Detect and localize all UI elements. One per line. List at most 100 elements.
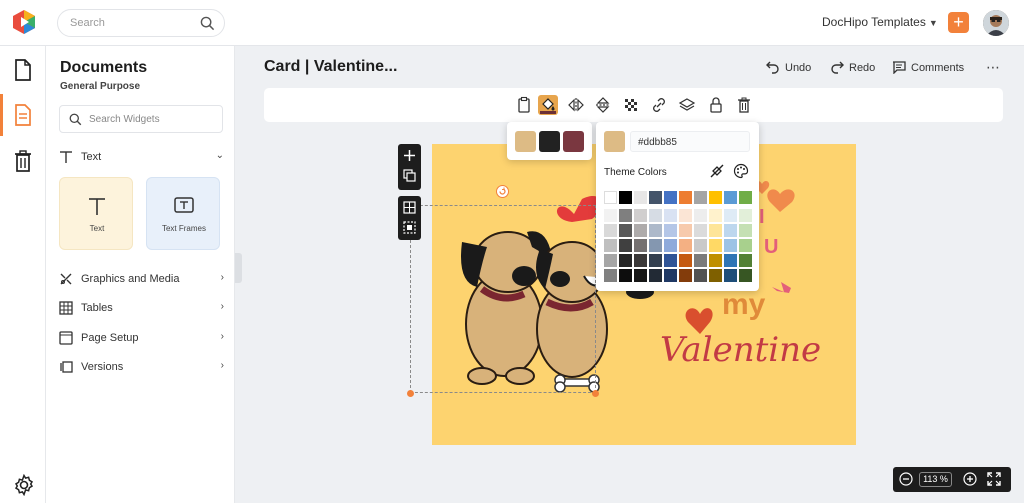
theme-shade-swatch[interactable] (619, 254, 632, 267)
theme-shade-swatch[interactable] (619, 224, 632, 237)
recent-swatch-2[interactable] (539, 131, 560, 152)
theme-swatch[interactable] (709, 191, 722, 204)
add-icon[interactable] (403, 149, 416, 162)
duplicate-icon[interactable] (403, 169, 416, 182)
theme-swatch[interactable] (634, 191, 647, 204)
theme-shade-swatch[interactable] (619, 209, 632, 222)
theme-swatch[interactable] (694, 191, 707, 204)
rail-settings[interactable] (0, 464, 46, 503)
selection-box[interactable] (410, 205, 596, 393)
theme-shade-swatch[interactable] (604, 254, 617, 267)
theme-shade-swatch[interactable] (649, 254, 662, 267)
theme-shade-swatch[interactable] (694, 239, 707, 252)
fill-color-button[interactable] (538, 95, 558, 115)
theme-shade-swatch[interactable] (649, 269, 662, 282)
theme-swatch[interactable] (649, 191, 662, 204)
recent-swatch-3[interactable] (563, 131, 584, 152)
resize-handle-bl[interactable] (407, 390, 414, 397)
link-icon[interactable] (649, 95, 669, 115)
more-options-icon[interactable]: ⋯ (986, 59, 1001, 76)
theme-swatch[interactable] (619, 191, 632, 204)
theme-shade-swatch[interactable] (664, 209, 677, 222)
document-title[interactable]: Card | Valentine... (264, 58, 397, 76)
theme-shade-swatch[interactable] (709, 254, 722, 267)
widget-search-input[interactable]: Search Widgets (59, 105, 223, 133)
select-area-icon[interactable] (403, 221, 416, 234)
theme-shade-swatch[interactable] (604, 269, 617, 282)
search-input[interactable]: Search (70, 17, 105, 29)
theme-shade-swatch[interactable] (634, 224, 647, 237)
theme-shade-swatch[interactable] (664, 269, 677, 282)
rail-pages[interactable] (0, 94, 46, 136)
theme-shade-swatch[interactable] (679, 269, 692, 282)
theme-shade-swatch[interactable] (694, 209, 707, 222)
theme-swatch[interactable] (604, 191, 617, 204)
search-icon[interactable] (200, 16, 215, 31)
theme-shade-swatch[interactable] (724, 209, 737, 222)
templates-dropdown[interactable]: DocHipo Templates ▼ (822, 15, 938, 29)
zoom-in-icon[interactable] (963, 472, 977, 486)
theme-shade-swatch[interactable] (619, 269, 632, 282)
theme-shade-swatch[interactable] (694, 269, 707, 282)
theme-swatch[interactable] (724, 191, 737, 204)
theme-shade-swatch[interactable] (709, 224, 722, 237)
tile-text[interactable]: Text (59, 177, 133, 250)
theme-shade-swatch[interactable] (664, 254, 677, 267)
theme-shade-swatch[interactable] (709, 239, 722, 252)
comments-button[interactable]: Comments (892, 60, 964, 75)
panel-collapse-handle[interactable] (235, 253, 242, 283)
avatar[interactable] (983, 10, 1009, 36)
flip-vertical-icon[interactable] (593, 95, 613, 115)
grid-icon[interactable] (403, 201, 416, 214)
fullscreen-icon[interactable] (987, 472, 1001, 486)
theme-shade-swatch[interactable] (664, 224, 677, 237)
theme-shade-swatch[interactable] (604, 239, 617, 252)
tile-text-frames[interactable]: Text Frames (146, 177, 220, 250)
theme-shade-swatch[interactable] (634, 269, 647, 282)
theme-shade-swatch[interactable] (739, 209, 752, 222)
theme-shade-swatch[interactable] (724, 269, 737, 282)
rail-trash[interactable] (0, 140, 46, 182)
section-text[interactable]: Text ⌄ (59, 147, 224, 169)
hex-input[interactable]: #ddbb85 (630, 131, 750, 152)
delete-icon[interactable] (734, 95, 754, 115)
transparency-icon[interactable] (621, 95, 641, 115)
theme-shade-swatch[interactable] (724, 239, 737, 252)
lock-icon[interactable] (706, 95, 726, 115)
theme-shade-swatch[interactable] (739, 269, 752, 282)
theme-swatch[interactable] (739, 191, 752, 204)
redo-button[interactable]: Redo (830, 60, 875, 74)
theme-shade-swatch[interactable] (739, 224, 752, 237)
theme-shade-swatch[interactable] (604, 224, 617, 237)
add-button[interactable]: + (948, 12, 969, 33)
theme-shade-swatch[interactable] (724, 254, 737, 267)
section-page-setup[interactable]: Page Setup › (59, 328, 224, 350)
theme-shade-swatch[interactable] (604, 209, 617, 222)
current-color-swatch[interactable] (604, 131, 625, 152)
clipboard-icon[interactable] (514, 95, 534, 115)
dochipo-logo-icon[interactable] (11, 9, 37, 35)
search-box[interactable]: Search (57, 9, 225, 37)
theme-shade-swatch[interactable] (679, 224, 692, 237)
rail-documents[interactable] (0, 49, 46, 91)
theme-shade-swatch[interactable] (724, 224, 737, 237)
theme-shade-swatch[interactable] (694, 224, 707, 237)
section-tables[interactable]: Tables › (59, 298, 224, 320)
rotate-icon[interactable] (496, 185, 509, 198)
no-fill-icon[interactable] (709, 163, 725, 179)
theme-swatch[interactable] (679, 191, 692, 204)
section-graphics-media[interactable]: Graphics and Media › (59, 269, 224, 291)
theme-shade-swatch[interactable] (679, 209, 692, 222)
section-versions[interactable]: Versions › (59, 357, 224, 379)
theme-shade-swatch[interactable] (649, 239, 662, 252)
flip-horizontal-icon[interactable] (566, 95, 586, 115)
palette-icon[interactable] (733, 163, 749, 179)
theme-shade-swatch[interactable] (634, 239, 647, 252)
theme-shade-swatch[interactable] (634, 254, 647, 267)
recent-swatch-1[interactable] (515, 131, 536, 152)
theme-shade-swatch[interactable] (649, 209, 662, 222)
theme-shade-swatch[interactable] (679, 239, 692, 252)
theme-shade-swatch[interactable] (634, 209, 647, 222)
theme-shade-swatch[interactable] (739, 254, 752, 267)
theme-shade-swatch[interactable] (694, 254, 707, 267)
